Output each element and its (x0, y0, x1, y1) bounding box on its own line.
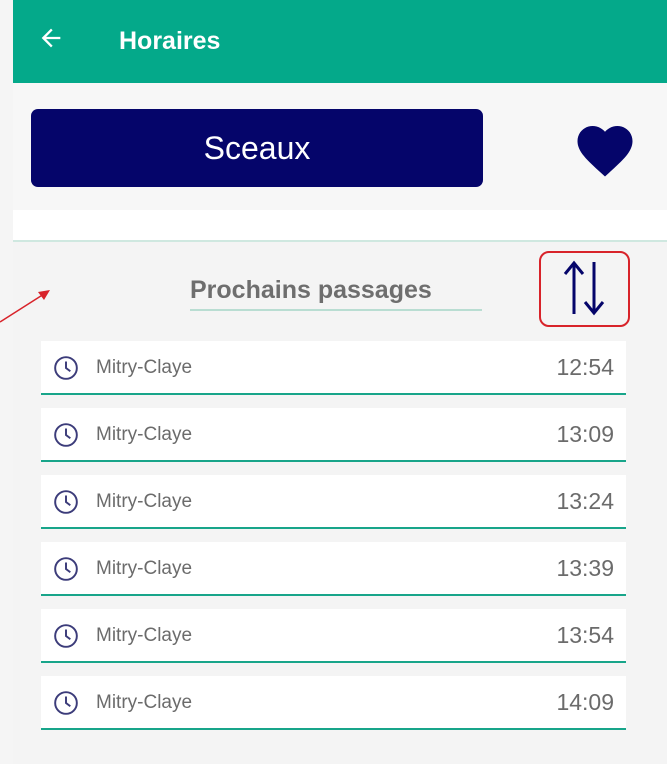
section-separator (13, 210, 667, 240)
clock-icon (54, 356, 78, 380)
departure-row[interactable]: Mitry-Claye 13:54 (41, 609, 626, 663)
departure-destination: Mitry-Claye (96, 625, 193, 646)
clock-icon (54, 624, 78, 648)
departure-destination: Mitry-Claye (96, 692, 193, 713)
clock-icon (54, 691, 78, 715)
departure-time: 13:24 (556, 488, 614, 514)
stop-name-button[interactable]: Sceaux (31, 109, 483, 187)
departure-row[interactable]: Mitry-Claye 14:09 (41, 676, 626, 730)
departure-destination: Mitry-Claye (96, 558, 193, 579)
departure-time: 13:09 (556, 421, 614, 447)
app-bar: Horaires (13, 0, 667, 83)
arrow-left-icon[interactable] (37, 24, 65, 52)
departure-row[interactable]: Mitry-Claye 13:24 (41, 475, 626, 529)
departure-destination: Mitry-Claye (96, 491, 193, 512)
annotation-arrow (0, 290, 50, 323)
departure-time: 13:54 (556, 622, 614, 648)
departure-destination: Mitry-Claye (96, 357, 193, 378)
section-title: Prochains passages (190, 276, 432, 304)
clock-icon (54, 557, 78, 581)
departure-row[interactable]: Mitry-Claye 13:09 (41, 408, 626, 462)
sort-arrows-icon[interactable] (561, 258, 607, 318)
clock-icon (54, 423, 78, 447)
departure-time: 13:39 (556, 555, 614, 581)
page-title: Horaires (119, 27, 221, 55)
departure-destination: Mitry-Claye (96, 424, 193, 445)
departure-time: 12:54 (556, 354, 614, 380)
heart-icon[interactable] (572, 116, 638, 180)
departure-row[interactable]: Mitry-Claye 13:39 (41, 542, 626, 596)
departure-row[interactable]: Mitry-Claye 12:54 (41, 341, 626, 395)
clock-icon (54, 490, 78, 514)
section-title-underline (190, 309, 482, 311)
departure-time: 14:09 (556, 689, 614, 715)
